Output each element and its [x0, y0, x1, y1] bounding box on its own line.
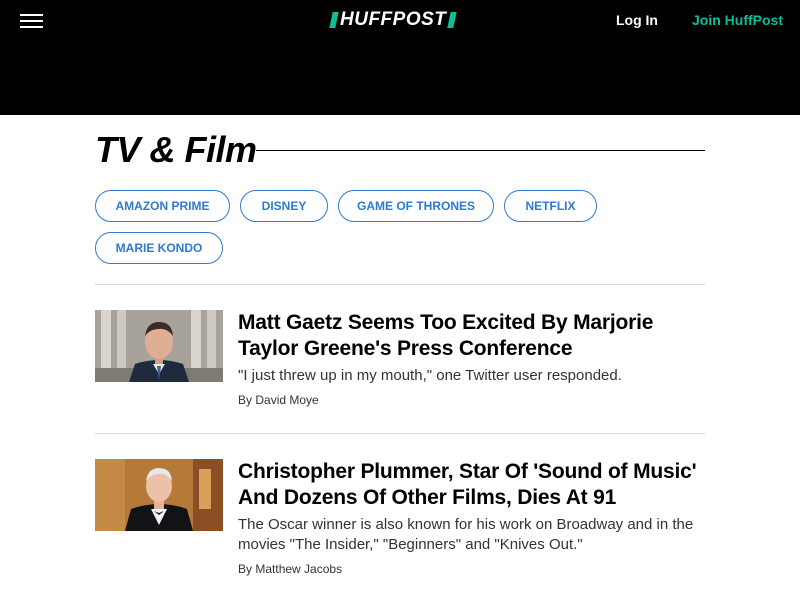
article-thumbnail[interactable]	[95, 459, 223, 531]
login-link[interactable]: Log In	[616, 12, 658, 28]
tag-netflix[interactable]: NETFLIX	[504, 190, 597, 222]
menu-icon-line	[20, 26, 43, 28]
tag-disney[interactable]: DISNEY	[240, 190, 328, 222]
page-title: TV & Film	[95, 129, 257, 170]
logo-text: HUFFPOST	[340, 9, 447, 30]
portrait-photo-icon	[95, 310, 223, 382]
article-headline[interactable]: Christopher Plummer, Star Of 'Sound of M…	[238, 459, 708, 511]
article-summary: "I just threw up in my mouth," one Twitt…	[238, 367, 622, 384]
author-link[interactable]: Matthew Jacobs	[255, 562, 342, 576]
divider	[95, 284, 705, 285]
tag-marie-kondo[interactable]: MARIE KONDO	[95, 232, 223, 264]
tag-amazon-prime[interactable]: AMAZON PRIME	[95, 190, 230, 222]
site-header: HUFFPOST Log In Join HuffPost	[0, 0, 800, 115]
menu-icon-line	[20, 20, 43, 22]
divider	[95, 433, 705, 434]
article-thumbnail[interactable]	[95, 310, 223, 382]
byline-prefix: By	[238, 562, 253, 576]
article-summary: The Oscar winner is also known for his w…	[238, 516, 694, 553]
logo-bar-left	[329, 12, 339, 28]
byline-prefix: By	[238, 393, 253, 407]
article-headline[interactable]: Matt Gaetz Seems Too Excited By Marjorie…	[238, 310, 708, 362]
section-header: TV & Film	[95, 128, 705, 172]
menu-icon-line	[20, 14, 43, 16]
portrait-photo-icon	[95, 459, 223, 531]
article-byline: By Matthew Jacobs	[238, 562, 342, 576]
logo-bar-right	[447, 12, 458, 28]
join-link[interactable]: Join HuffPost	[692, 12, 783, 28]
title-rule	[256, 150, 705, 151]
author-link[interactable]: David Moye	[255, 393, 318, 407]
tag-game-of-thrones[interactable]: GAME OF THRONES	[338, 190, 494, 222]
menu-icon[interactable]	[20, 12, 44, 30]
huffpost-logo[interactable]: HUFFPOST	[329, 9, 458, 30]
article-byline: By David Moye	[238, 393, 319, 407]
